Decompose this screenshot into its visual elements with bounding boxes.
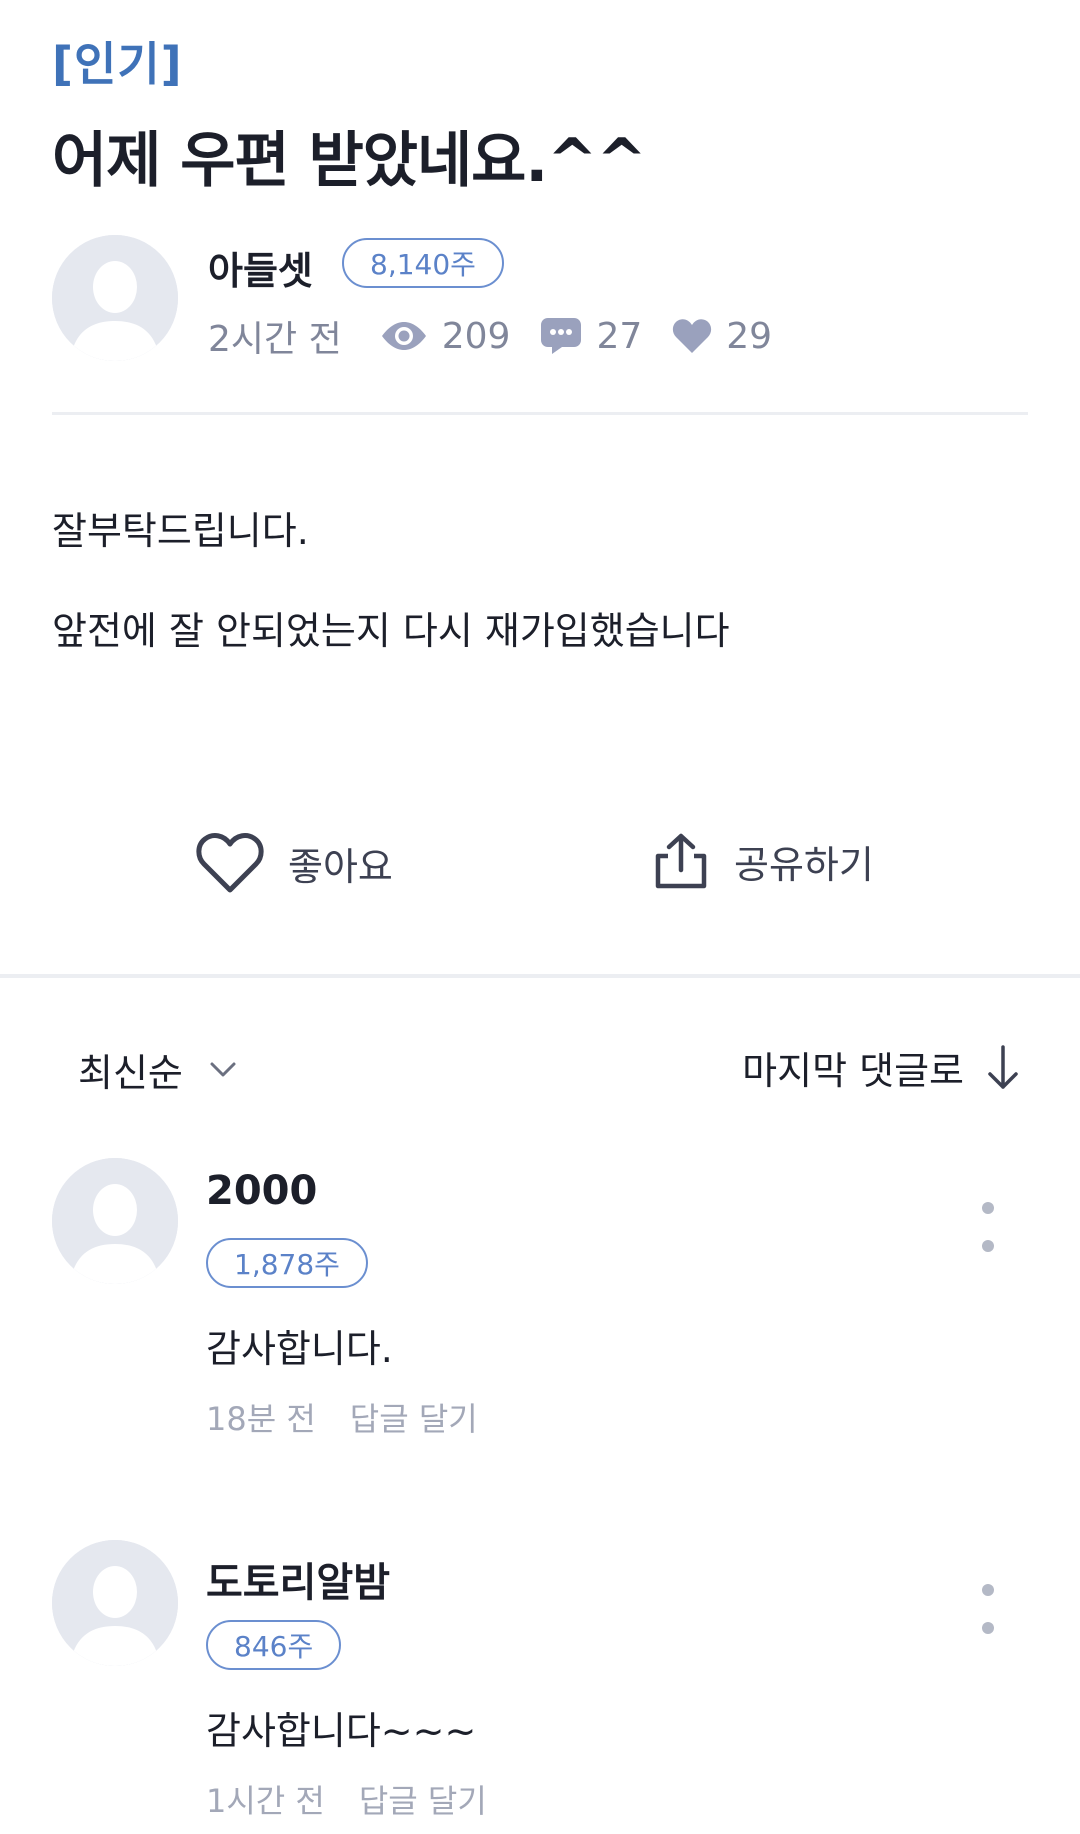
- post-body-line: 앞전에 잘 안되었는지 다시 재가입했습니다: [52, 609, 730, 653]
- more-dot: [982, 1584, 994, 1596]
- author-avatar[interactable]: [52, 235, 178, 361]
- view-count: 209: [380, 315, 511, 357]
- sort-dropdown[interactable]: 최신순: [78, 1042, 237, 1097]
- commenter-avatar[interactable]: [52, 1158, 178, 1284]
- like-count-value: 29: [726, 315, 773, 357]
- commenter-name[interactable]: 도토리알밤: [206, 1550, 390, 1608]
- comment-time: 1시간 전: [206, 1782, 325, 1820]
- like-count: 29: [672, 316, 772, 357]
- comment-text: 감사합니다.: [206, 1327, 393, 1371]
- arrow-down-icon: [988, 1044, 1018, 1089]
- commenter-name[interactable]: 2000: [206, 1168, 317, 1214]
- author-name[interactable]: 아들셋: [208, 240, 313, 295]
- view-count-value: 209: [441, 315, 511, 357]
- heart-outline-icon: [196, 833, 264, 893]
- jump-label: 마지막 댓글로: [742, 1049, 964, 1093]
- header-divider: [52, 412, 1028, 415]
- reply-button[interactable]: 답글 달기: [350, 1394, 478, 1440]
- eye-icon: [381, 322, 426, 350]
- more-dot: [982, 1240, 994, 1252]
- share-button-label: 공유하기: [734, 842, 874, 887]
- default-user-icon: [52, 1158, 178, 1284]
- commenter-badge: 1,878주: [206, 1238, 368, 1288]
- comment-item: 도토리알밤 846주 감사합니다~~~ 1시간 전 답글 달기: [0, 1540, 1080, 1834]
- section-divider: [0, 974, 1080, 978]
- comment-footer: 1시간 전 답글 달기: [206, 1776, 487, 1822]
- default-user-icon: [52, 235, 178, 361]
- heart-icon: [673, 319, 712, 353]
- post-body-line: 잘부탁드립니다.: [52, 509, 309, 553]
- author-badge: 8,140주: [342, 238, 504, 288]
- jump-to-last-comment[interactable]: 마지막 댓글로: [742, 1040, 1020, 1095]
- like-button[interactable]: 좋아요: [196, 832, 393, 894]
- more-dot: [982, 1202, 994, 1214]
- commenter-avatar[interactable]: [52, 1540, 178, 1666]
- post-time: 2시간 전: [208, 319, 342, 360]
- more-options-icon[interactable]: [978, 1584, 998, 1634]
- comment-time: 18분 전: [206, 1400, 316, 1438]
- comment-footer: 18분 전 답글 달기: [206, 1394, 478, 1440]
- like-button-label: 좋아요: [288, 844, 393, 889]
- more-options-icon[interactable]: [978, 1202, 998, 1252]
- chevron-down-icon: [210, 1062, 236, 1076]
- post-meta: 2시간 전 209 27 29: [208, 310, 802, 362]
- commenter-badge: 846주: [206, 1620, 342, 1670]
- comment-text: 감사합니다~~~: [206, 1709, 477, 1753]
- speech-bubble-icon: [541, 318, 582, 354]
- more-dot: [982, 1622, 994, 1634]
- comment-item: 2000 1,878주 감사합니다. 18분 전 답글 달기: [0, 1158, 1080, 1478]
- sort-label: 최신순: [78, 1051, 183, 1095]
- post-tag: [인기]: [52, 37, 183, 91]
- share-icon: [655, 833, 707, 889]
- default-user-icon: [52, 1540, 178, 1666]
- post-title: 어제 우편 받았네요.^^: [52, 126, 647, 196]
- comment-count-value: 27: [596, 315, 643, 357]
- comment-count: 27: [540, 316, 642, 357]
- reply-button[interactable]: 답글 달기: [359, 1776, 487, 1822]
- share-button[interactable]: 공유하기: [652, 832, 874, 890]
